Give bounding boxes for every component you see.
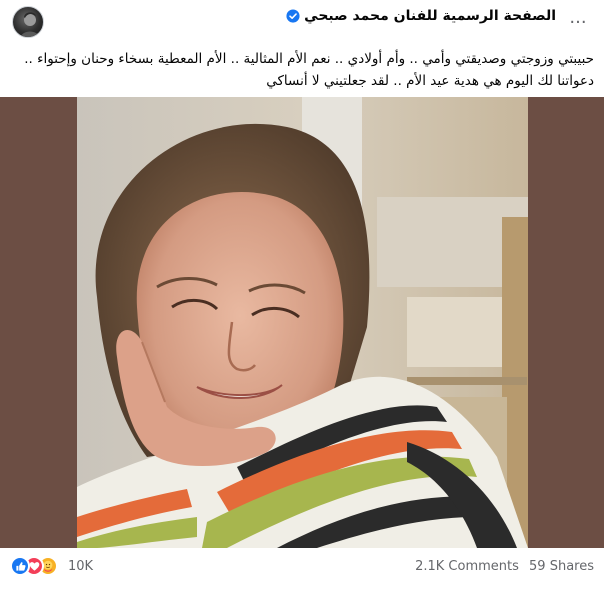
post-header: الصفحة الرسمية للفنان محمد صبحي ··· xyxy=(0,0,604,40)
page-name-link[interactable]: الصفحة الرسمية للفنان محمد صبحي xyxy=(304,8,556,24)
shares-count-link[interactable]: 59 Shares xyxy=(529,559,594,574)
reaction-count[interactable]: 10K xyxy=(68,559,93,574)
verified-badge-icon xyxy=(286,9,300,23)
reactions-bar: 10K 2.1K Comments 59 Shares xyxy=(0,552,604,582)
page-avatar[interactable] xyxy=(12,6,44,38)
facebook-post-card: الصفحة الرسمية للفنان محمد صبحي ··· حبيب… xyxy=(0,0,604,591)
more-options-button[interactable]: ··· xyxy=(566,10,590,34)
comments-count-link[interactable]: 2.1K Comments xyxy=(415,559,519,574)
caption-line-2: دعواتنا لك اليوم هي هدية عيد الأم .. لقد… xyxy=(266,73,594,89)
more-options-icon: ··· xyxy=(569,11,587,33)
avatar-portrait-icon xyxy=(20,12,40,37)
post-caption: حبيبتي وزوجتي وصديقتي وأمي .. وأم أولادي… xyxy=(10,48,594,92)
page-name[interactable]: الصفحة الرسمية للفنان محمد صبحي xyxy=(286,8,556,24)
post-stats: 2.1K Comments 59 Shares xyxy=(409,559,594,574)
portrait-photo-image xyxy=(77,97,528,548)
caption-line-1: حبيبتي وزوجتي وصديقتي وأمي .. وأم أولادي… xyxy=(24,51,594,67)
post-photo[interactable] xyxy=(77,97,528,548)
post-photo-area[interactable] xyxy=(0,97,604,548)
like-icon xyxy=(10,556,30,576)
reaction-icons[interactable] xyxy=(10,556,64,578)
